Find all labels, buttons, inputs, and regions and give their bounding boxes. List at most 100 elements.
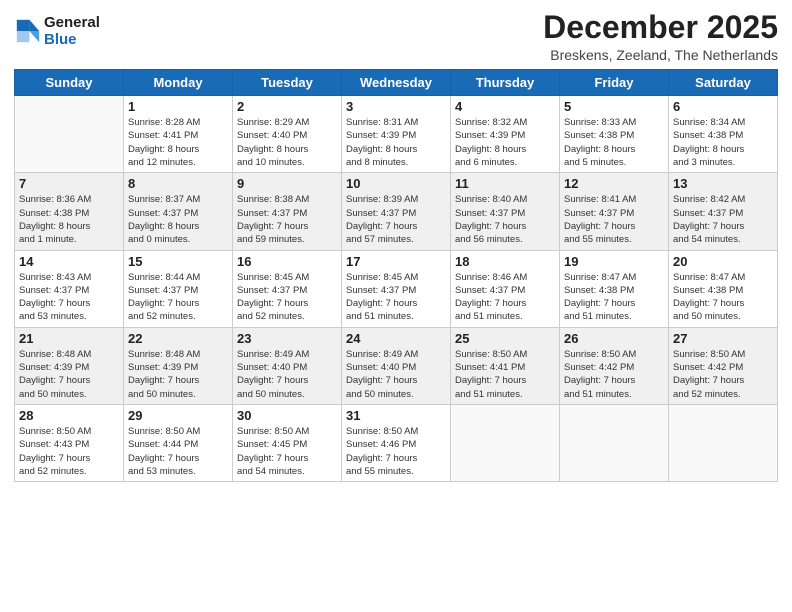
- day-info: Sunrise: 8:49 AM Sunset: 4:40 PM Dayligh…: [346, 348, 446, 401]
- day-info: Sunrise: 8:50 AM Sunset: 4:44 PM Dayligh…: [128, 425, 228, 478]
- day-number: 12: [564, 176, 664, 191]
- weekday-header-wednesday: Wednesday: [342, 70, 451, 96]
- day-info: Sunrise: 8:50 AM Sunset: 4:46 PM Dayligh…: [346, 425, 446, 478]
- day-info: Sunrise: 8:46 AM Sunset: 4:37 PM Dayligh…: [455, 271, 555, 324]
- day-number: 30: [237, 408, 337, 423]
- day-number: 31: [346, 408, 446, 423]
- calendar-cell: 19 Sunrise: 8:47 AM Sunset: 4:38 PM Dayli…: [560, 250, 669, 327]
- day-number: 26: [564, 331, 664, 346]
- day-number: 25: [455, 331, 555, 346]
- calendar-cell: 1Sunrise: 8:28 AM Sunset: 4:41 PM Daylig…: [124, 96, 233, 173]
- calendar-cell: 31 Sunrise: 8:50 AM Sunset: 4:46 PM Dayli…: [342, 404, 451, 481]
- logo: General Blue: [14, 14, 100, 48]
- page: General Blue December 2025 Breskens, Zee…: [0, 0, 792, 612]
- calendar-cell: 17 Sunrise: 8:45 AM Sunset: 4:37 PM Dayli…: [342, 250, 451, 327]
- calendar-cell: [15, 96, 124, 173]
- calendar-cell: 25 Sunrise: 8:50 AM Sunset: 4:41 PM Dayli…: [451, 327, 560, 404]
- day-info: Sunrise: 8:50 AM Sunset: 4:43 PM Dayligh…: [19, 425, 119, 478]
- month-title: December 2025: [543, 10, 778, 45]
- calendar-cell: 21 Sunrise: 8:48 AM Sunset: 4:39 PM Dayli…: [15, 327, 124, 404]
- calendar-cell: 3 Sunrise: 8:31 AM Sunset: 4:39 PM Daylig…: [342, 96, 451, 173]
- day-info: Sunrise: 8:32 AM Sunset: 4:39 PM Dayligh…: [455, 116, 555, 169]
- weekday-header-friday: Friday: [560, 70, 669, 96]
- calendar-week-5: 28 Sunrise: 8:50 AM Sunset: 4:43 PM Dayli…: [15, 404, 778, 481]
- day-number: 21: [19, 331, 119, 346]
- calendar-cell: 4 Sunrise: 8:32 AM Sunset: 4:39 PM Daylig…: [451, 96, 560, 173]
- day-info: Sunrise: 8:39 AM Sunset: 4:37 PM Dayligh…: [346, 193, 446, 246]
- day-number: 11: [455, 176, 555, 191]
- day-info: Sunrise: 8:40 AM Sunset: 4:37 PM Dayligh…: [455, 193, 555, 246]
- day-number: 8: [128, 176, 228, 191]
- calendar-cell: 2 Sunrise: 8:29 AM Sunset: 4:40 PM Daylig…: [233, 96, 342, 173]
- day-info: Sunrise: 8:50 AM Sunset: 4:45 PM Dayligh…: [237, 425, 337, 478]
- calendar-cell: [451, 404, 560, 481]
- calendar-cell: 10 Sunrise: 8:39 AM Sunset: 4:37 PM Dayli…: [342, 173, 451, 250]
- day-info: Sunrise: 8:45 AM Sunset: 4:37 PM Dayligh…: [346, 271, 446, 324]
- day-number: 7: [19, 176, 119, 191]
- title-area: December 2025 Breskens, Zeeland, The Net…: [543, 10, 778, 63]
- day-number: 13: [673, 176, 773, 191]
- day-info: Sunrise: 8:48 AM Sunset: 4:39 PM Dayligh…: [128, 348, 228, 401]
- calendar-cell: 30 Sunrise: 8:50 AM Sunset: 4:45 PM Dayli…: [233, 404, 342, 481]
- weekday-header-monday: Monday: [124, 70, 233, 96]
- day-info: Sunrise: 8:47 AM Sunset: 4:38 PM Dayligh…: [564, 271, 664, 324]
- weekday-header-tuesday: Tuesday: [233, 70, 342, 96]
- calendar-cell: 15Sunrise: 8:44 AM Sunset: 4:37 PM Dayli…: [124, 250, 233, 327]
- calendar-cell: 23Sunrise: 8:49 AM Sunset: 4:40 PM Dayli…: [233, 327, 342, 404]
- calendar-cell: 9 Sunrise: 8:38 AM Sunset: 4:37 PM Daylig…: [233, 173, 342, 250]
- calendar-cell: 24 Sunrise: 8:49 AM Sunset: 4:40 PM Dayli…: [342, 327, 451, 404]
- day-info: Sunrise: 8:31 AM Sunset: 4:39 PM Dayligh…: [346, 116, 446, 169]
- calendar-cell: 13Sunrise: 8:42 AM Sunset: 4:37 PM Dayli…: [669, 173, 778, 250]
- day-number: 27: [673, 331, 773, 346]
- day-number: 2: [237, 99, 337, 114]
- calendar-cell: 20Sunrise: 8:47 AM Sunset: 4:38 PM Dayli…: [669, 250, 778, 327]
- calendar-cell: 18Sunrise: 8:46 AM Sunset: 4:37 PM Dayli…: [451, 250, 560, 327]
- day-info: Sunrise: 8:50 AM Sunset: 4:42 PM Dayligh…: [564, 348, 664, 401]
- day-number: 22: [128, 331, 228, 346]
- day-number: 24: [346, 331, 446, 346]
- weekday-header-thursday: Thursday: [451, 70, 560, 96]
- day-info: Sunrise: 8:50 AM Sunset: 4:41 PM Dayligh…: [455, 348, 555, 401]
- subtitle: Breskens, Zeeland, The Netherlands: [543, 47, 778, 63]
- calendar-cell: 7 Sunrise: 8:36 AM Sunset: 4:38 PM Daylig…: [15, 173, 124, 250]
- weekday-header-sunday: Sunday: [15, 70, 124, 96]
- day-info: Sunrise: 8:43 AM Sunset: 4:37 PM Dayligh…: [19, 271, 119, 324]
- day-number: 19: [564, 254, 664, 269]
- calendar-cell: [560, 404, 669, 481]
- weekday-header-saturday: Saturday: [669, 70, 778, 96]
- day-info: Sunrise: 8:36 AM Sunset: 4:38 PM Dayligh…: [19, 193, 119, 246]
- calendar-week-2: 7 Sunrise: 8:36 AM Sunset: 4:38 PM Daylig…: [15, 173, 778, 250]
- day-number: 3: [346, 99, 446, 114]
- day-info: Sunrise: 8:33 AM Sunset: 4:38 PM Dayligh…: [564, 116, 664, 169]
- calendar-cell: 27 Sunrise: 8:50 AM Sunset: 4:42 PM Dayli…: [669, 327, 778, 404]
- day-info: Sunrise: 8:48 AM Sunset: 4:39 PM Dayligh…: [19, 348, 119, 401]
- day-info: Sunrise: 8:29 AM Sunset: 4:40 PM Dayligh…: [237, 116, 337, 169]
- day-number: 28: [19, 408, 119, 423]
- calendar-cell: [669, 404, 778, 481]
- calendar-cell: 12 Sunrise: 8:41 AM Sunset: 4:37 PM Dayli…: [560, 173, 669, 250]
- day-info: Sunrise: 8:38 AM Sunset: 4:37 PM Dayligh…: [237, 193, 337, 246]
- day-info: Sunrise: 8:45 AM Sunset: 4:37 PM Dayligh…: [237, 271, 337, 324]
- header: General Blue December 2025 Breskens, Zee…: [14, 10, 778, 63]
- logo-text: General Blue: [44, 14, 100, 48]
- day-number: 15: [128, 254, 228, 269]
- day-number: 4: [455, 99, 555, 114]
- calendar-cell: 16Sunrise: 8:45 AM Sunset: 4:37 PM Dayli…: [233, 250, 342, 327]
- day-number: 29: [128, 408, 228, 423]
- calendar-cell: 29 Sunrise: 8:50 AM Sunset: 4:44 PM Dayli…: [124, 404, 233, 481]
- calendar-table: SundayMondayTuesdayWednesdayThursdayFrid…: [14, 69, 778, 482]
- day-number: 14: [19, 254, 119, 269]
- calendar-week-3: 14 Sunrise: 8:43 AM Sunset: 4:37 PM Dayli…: [15, 250, 778, 327]
- logo-icon: [14, 17, 42, 45]
- calendar-week-1: 1Sunrise: 8:28 AM Sunset: 4:41 PM Daylig…: [15, 96, 778, 173]
- day-info: Sunrise: 8:41 AM Sunset: 4:37 PM Dayligh…: [564, 193, 664, 246]
- calendar-cell: 28 Sunrise: 8:50 AM Sunset: 4:43 PM Dayli…: [15, 404, 124, 481]
- day-number: 20: [673, 254, 773, 269]
- day-info: Sunrise: 8:50 AM Sunset: 4:42 PM Dayligh…: [673, 348, 773, 401]
- day-info: Sunrise: 8:49 AM Sunset: 4:40 PM Dayligh…: [237, 348, 337, 401]
- day-number: 17: [346, 254, 446, 269]
- day-number: 9: [237, 176, 337, 191]
- calendar-cell: 5Sunrise: 8:33 AM Sunset: 4:38 PM Daylig…: [560, 96, 669, 173]
- day-info: Sunrise: 8:28 AM Sunset: 4:41 PM Dayligh…: [128, 116, 228, 169]
- day-number: 10: [346, 176, 446, 191]
